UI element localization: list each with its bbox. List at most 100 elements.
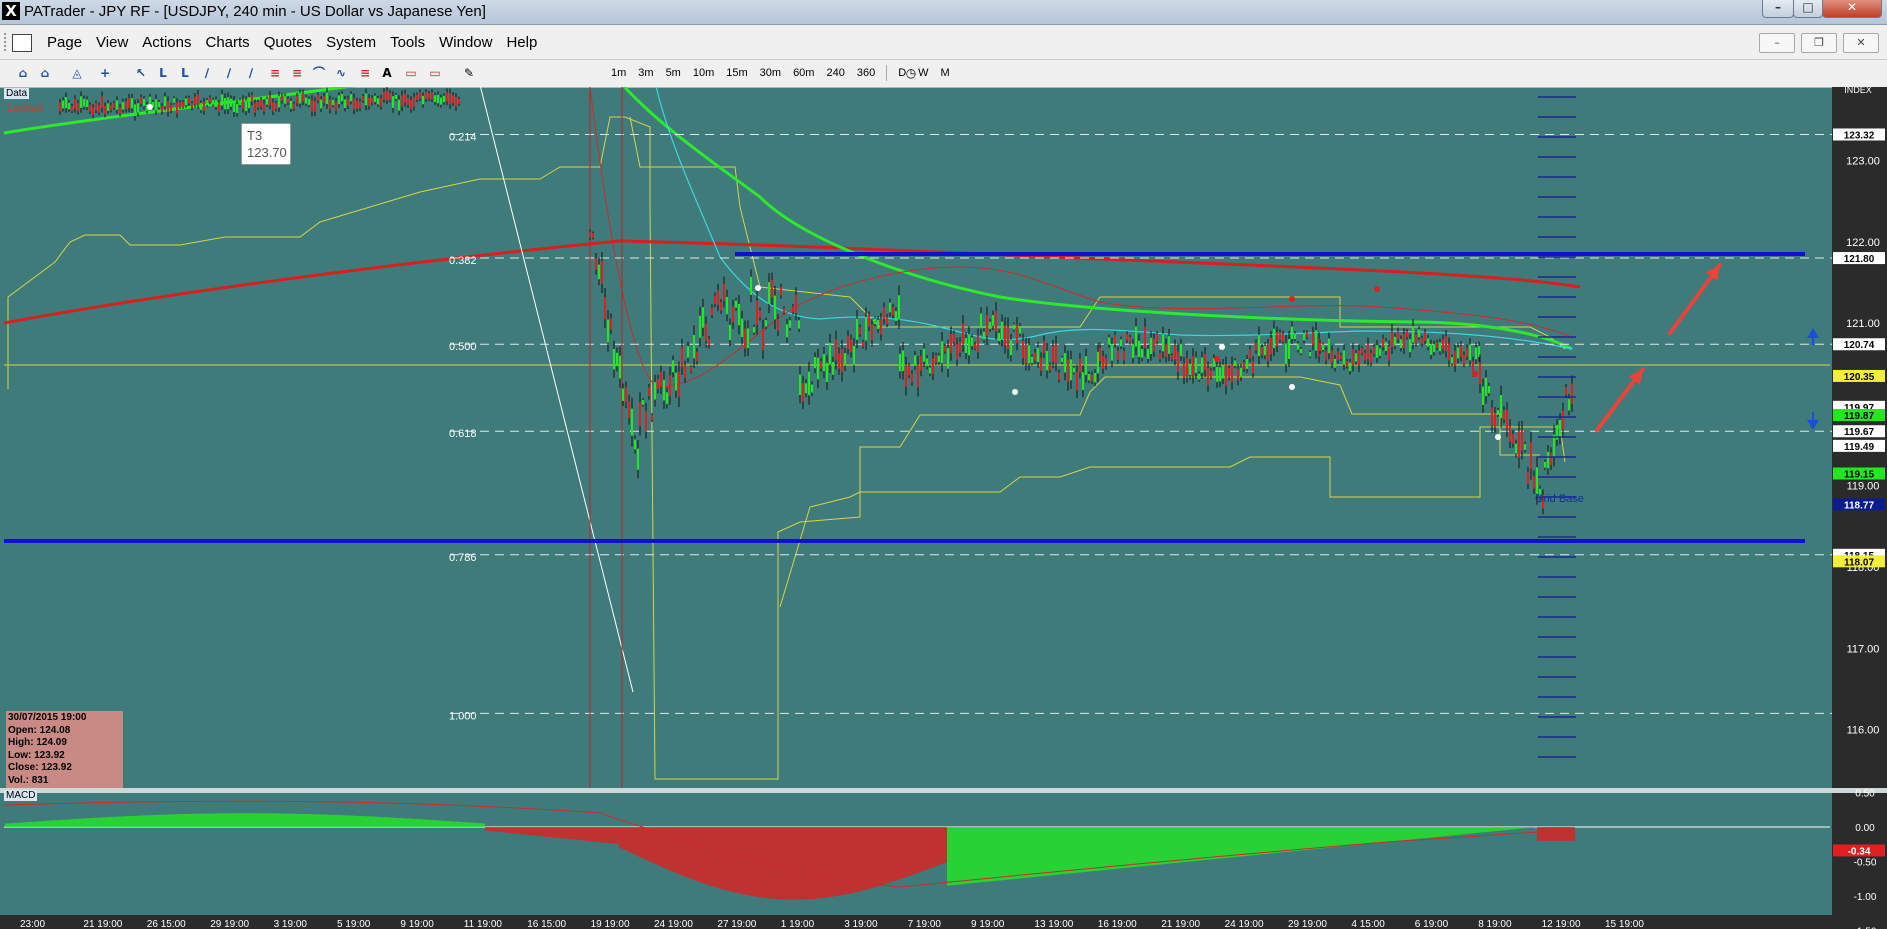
candle-body bbox=[687, 346, 689, 358]
candle-body bbox=[374, 95, 376, 102]
candle-body bbox=[1264, 345, 1266, 356]
candle-body bbox=[287, 98, 289, 104]
candle-body bbox=[977, 335, 979, 353]
time-axis-tick: 29 19:00 bbox=[1288, 919, 1327, 929]
candle-body bbox=[1367, 343, 1369, 360]
arc-icon[interactable]: ⌒ bbox=[312, 66, 326, 80]
menu-view[interactable]: View bbox=[89, 34, 135, 51]
candle-body bbox=[1424, 332, 1426, 341]
candle-body bbox=[983, 331, 985, 340]
candle-body bbox=[1518, 431, 1520, 458]
mdi-restore-button[interactable]: ❐ bbox=[1801, 33, 1837, 53]
timeframe-3m[interactable]: 3m bbox=[633, 64, 658, 82]
price-badge-text: 119.87 bbox=[1844, 411, 1874, 422]
candle-body bbox=[823, 353, 825, 372]
candle-body bbox=[269, 95, 271, 106]
timeframe-m[interactable]: M bbox=[936, 64, 955, 82]
candle-body bbox=[669, 375, 671, 397]
candle-body bbox=[323, 95, 325, 104]
timeframe-240[interactable]: 240 bbox=[821, 64, 849, 82]
candle-body bbox=[407, 97, 409, 105]
window-title: PATrader - JPY RF - [USDJPY, 240 min - U… bbox=[24, 3, 486, 20]
menu-charts[interactable]: Charts bbox=[199, 34, 257, 51]
candle-body bbox=[98, 105, 100, 113]
candle-body bbox=[275, 103, 277, 109]
timeframe-15m[interactable]: 15m bbox=[721, 64, 752, 82]
candle-body bbox=[1463, 355, 1465, 364]
candle-body bbox=[389, 92, 391, 100]
chart-area[interactable]: INDEX 0.214 0.382 0.500 0.618 0.786 1.000 123.0… bbox=[0, 87, 1887, 929]
candle-body bbox=[1180, 343, 1182, 357]
candle-body bbox=[1201, 357, 1203, 373]
candle-body bbox=[1189, 363, 1191, 376]
channel-tool-icon[interactable]: L bbox=[178, 66, 192, 80]
candle-body bbox=[1457, 347, 1459, 359]
grid-icon[interactable]: ≡ bbox=[358, 66, 372, 80]
candle-body bbox=[122, 101, 124, 110]
crosshair-icon[interactable]: + bbox=[98, 66, 112, 80]
candle-body bbox=[449, 93, 451, 105]
candle-body bbox=[365, 93, 367, 106]
menu-window[interactable]: Window bbox=[432, 34, 499, 51]
timeframe-1m[interactable]: 1m bbox=[606, 64, 631, 82]
close-window-button[interactable]: ✕ bbox=[1822, 0, 1882, 18]
candle-body bbox=[167, 100, 169, 112]
candle-body bbox=[660, 371, 662, 388]
candle-body bbox=[1309, 352, 1311, 357]
candle-body bbox=[774, 295, 776, 320]
unlink-icon[interactable]: ⌂ bbox=[38, 66, 52, 80]
menu-actions[interactable]: Actions bbox=[135, 34, 198, 51]
candle-body bbox=[302, 93, 304, 102]
draw-pen-icon[interactable]: ✎ bbox=[462, 66, 476, 80]
candle-body bbox=[902, 350, 904, 372]
timeframe-30m[interactable]: 30m bbox=[755, 64, 786, 82]
candle-body bbox=[1007, 326, 1009, 350]
menu-quotes[interactable]: Quotes bbox=[257, 34, 319, 51]
ohlc-info-box: 30/07/2015 19:00 Open: 124.08 High: 124.… bbox=[6, 711, 123, 788]
line-tool-icon[interactable]: L bbox=[156, 66, 170, 80]
menu-help[interactable]: Help bbox=[499, 34, 544, 51]
menu-tools[interactable]: Tools bbox=[383, 34, 432, 51]
label-icon[interactable]: ▭ bbox=[404, 66, 418, 80]
minimize-window-button[interactable]: – bbox=[1762, 0, 1794, 18]
text-tool-icon[interactable]: A bbox=[380, 66, 394, 80]
candle-body bbox=[1102, 355, 1104, 369]
fib-label-0-786: 0.786 bbox=[449, 552, 477, 564]
candle-body bbox=[610, 318, 612, 330]
candle-body bbox=[920, 355, 922, 371]
link-icon[interactable]: ⌂ bbox=[16, 66, 30, 80]
fibonacci-icon[interactable]: ≡ bbox=[268, 66, 282, 80]
fib-extension-icon[interactable]: ≡ bbox=[290, 66, 304, 80]
menu-system[interactable]: System bbox=[319, 34, 383, 51]
pointer-icon[interactable]: ↖ bbox=[134, 66, 148, 80]
mdi-close-button[interactable]: ✕ bbox=[1843, 33, 1879, 53]
candle-body bbox=[356, 100, 358, 109]
candle-body bbox=[392, 96, 394, 108]
candle-body bbox=[1216, 366, 1218, 382]
timeframe-360[interactable]: 360 bbox=[852, 64, 880, 82]
candle-body bbox=[941, 341, 943, 364]
trendline-icon[interactable]: ∕ bbox=[200, 66, 214, 80]
marker-icon[interactable]: ▭ bbox=[428, 66, 442, 80]
maximize-window-button[interactable]: □ bbox=[1793, 0, 1823, 18]
timeframe-5m[interactable]: 5m bbox=[661, 64, 686, 82]
candle-body bbox=[95, 103, 97, 111]
candle-body bbox=[865, 317, 867, 341]
menu-page[interactable]: Page bbox=[40, 34, 89, 51]
chart-logo-icon[interactable] bbox=[12, 34, 32, 52]
indicator-icon[interactable]: ◬ bbox=[70, 66, 84, 80]
cycle-icon[interactable]: ∿ bbox=[334, 66, 348, 80]
price-chart[interactable]: INDEX 0.214 0.382 0.500 0.618 0.786 1.000 123.0… bbox=[0, 87, 1887, 929]
timeframe-10m[interactable]: 10m bbox=[688, 64, 719, 82]
clock-icon[interactable]: ◷ bbox=[904, 66, 918, 80]
mdi-minimize-button[interactable]: – bbox=[1759, 33, 1795, 53]
ray-icon[interactable]: ∕ bbox=[222, 66, 236, 80]
candle-body bbox=[645, 411, 647, 431]
candle-body bbox=[1198, 373, 1200, 380]
candle-body bbox=[1129, 337, 1131, 343]
candle-body bbox=[272, 102, 274, 112]
timeframe-60m[interactable]: 60m bbox=[788, 64, 819, 82]
fan-icon[interactable]: ∕ bbox=[244, 66, 258, 80]
candle-body bbox=[1509, 425, 1511, 442]
candle-body bbox=[1058, 372, 1060, 380]
